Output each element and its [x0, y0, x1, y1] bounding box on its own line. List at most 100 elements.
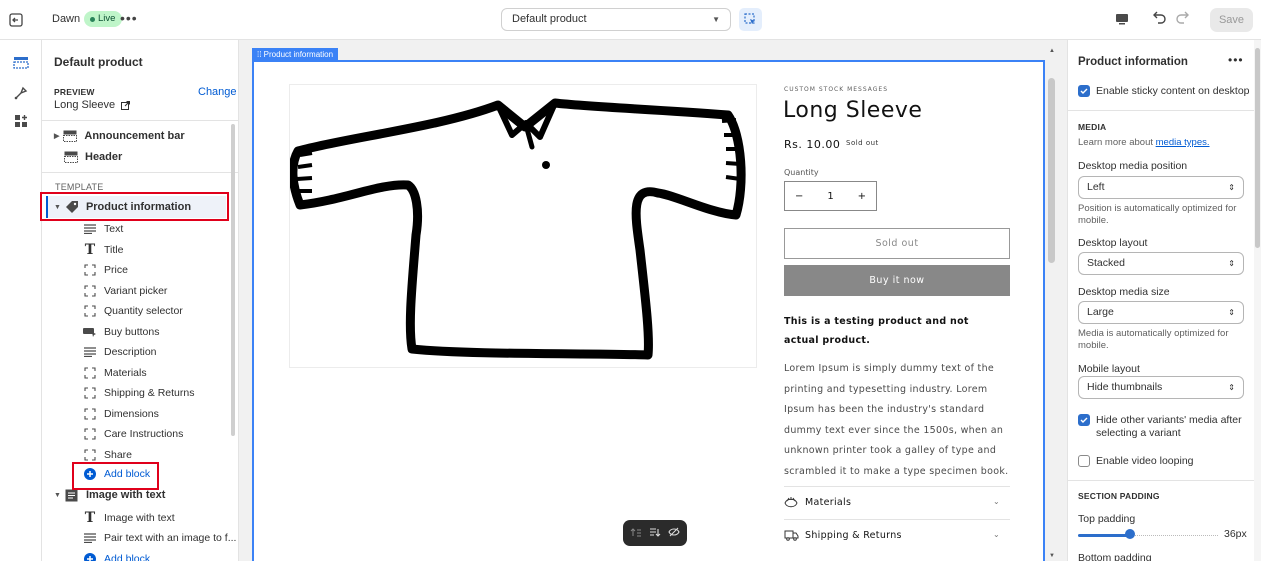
sticky-label: Enable sticky content on desktop [1096, 85, 1250, 97]
template-select[interactable]: Default product ▼ [501, 8, 731, 31]
video-looping-checkbox[interactable] [1078, 455, 1090, 467]
theme-settings-icon[interactable] [8, 80, 34, 106]
block-label: Dimensions [104, 407, 159, 420]
quantity-label: Quantity [784, 168, 819, 177]
quantity-plus-button[interactable]: + [858, 191, 866, 202]
settings-more-button[interactable]: ••• [1228, 53, 1244, 67]
desktop-device-icon[interactable] [1114, 11, 1132, 29]
theme-more-button[interactable]: ••• [120, 10, 138, 26]
block-shipping-returns[interactable]: Shipping & Returns [82, 383, 238, 403]
redo-icon[interactable] [1174, 9, 1194, 29]
section-icon [63, 149, 79, 165]
scroll-down-icon[interactable]: ▼ [1049, 553, 1055, 559]
desktop-layout-select[interactable]: Stacked ⇕ [1078, 252, 1244, 275]
chevron-right-icon: ▶ [54, 133, 60, 140]
block-text[interactable]: Text [82, 219, 238, 239]
undo-icon[interactable] [1150, 9, 1170, 29]
block-variant-picker[interactable]: Variant picker [82, 281, 238, 301]
bottom-padding-label: Bottom padding [1078, 552, 1152, 561]
block-label: Title [104, 243, 124, 256]
preview-product[interactable]: Long Sleeve [54, 99, 131, 111]
product-strong-text: This is a testing product and not actual… [784, 316, 969, 346]
chevron-down-icon: ⌄ [992, 530, 1000, 539]
chevron-down-icon: ▼ [54, 491, 61, 499]
block-materials[interactable]: Materials [82, 363, 238, 383]
live-badge: Live [84, 11, 123, 27]
media-heading: MEDIA [1078, 122, 1107, 132]
save-button[interactable]: Save [1210, 8, 1253, 32]
sticky-checkbox[interactable] [1078, 85, 1090, 97]
add-block-button-2[interactable]: Add block [82, 549, 238, 561]
block-label: Variant picker [104, 284, 168, 297]
text-lines-icon [82, 221, 98, 237]
block-label: Price [104, 264, 128, 276]
hide-variants-label: Hide other variants' media after selecti… [1096, 414, 1242, 439]
top-padding-handle[interactable] [1125, 529, 1135, 539]
desktop-media-size-select[interactable]: Large ⇕ [1078, 301, 1244, 324]
exit-icon[interactable] [6, 10, 26, 30]
block-icon [82, 426, 98, 442]
inspector-icon[interactable] [739, 8, 762, 31]
product-section-frame[interactable]: CUSTOM STOCK MESSAGES Long Sleeve Rs. 10… [252, 60, 1045, 561]
desktop-media-position-select[interactable]: Left ⇕ [1078, 176, 1244, 199]
mobile-layout-select[interactable]: Hide thumbnails ⇕ [1078, 376, 1244, 399]
block-label: Quantity selector [104, 305, 183, 317]
block-title[interactable]: T Title [82, 240, 238, 260]
desktop-media-size-label: Desktop media size [1078, 286, 1170, 298]
block-care-instructions[interactable]: Care Instructions [82, 424, 238, 444]
block-icon [82, 303, 98, 319]
section-announcement-bar[interactable]: ▶ Announcement bar [54, 126, 238, 146]
accordion-materials[interactable]: Materials ⌄ [784, 486, 1010, 518]
section-header[interactable]: Header [63, 147, 238, 167]
top-padding-value: 36px [1224, 528, 1247, 540]
block-label: Share [104, 448, 133, 461]
move-down-icon[interactable] [649, 526, 661, 541]
block-label: Text [104, 223, 124, 235]
quantity-minus-button[interactable]: − [795, 191, 803, 202]
block-label: Materials [104, 366, 147, 379]
preview-label: PREVIEW [54, 87, 95, 97]
change-preview-link[interactable]: Change [198, 86, 237, 98]
hide-variants-checkbox[interactable] [1078, 414, 1090, 426]
move-up-icon[interactable] [630, 526, 642, 541]
sidebar-scrollbar[interactable] [231, 124, 235, 436]
hide-icon[interactable] [668, 526, 680, 541]
scroll-up-icon[interactable]: ▲ [1049, 48, 1055, 54]
product-title: Long Sleeve [783, 98, 923, 123]
top-padding-fill [1078, 534, 1128, 537]
block-description[interactable]: Description [82, 342, 238, 362]
product-image[interactable] [288, 84, 757, 368]
highlight-product-information [40, 192, 229, 221]
block-dimensions[interactable]: Dimensions [82, 404, 238, 424]
position-help: Position is automatically optimized for … [1078, 203, 1237, 226]
block-buy-buttons[interactable]: Buy buttons [82, 322, 238, 342]
video-looping-label: Enable video looping [1096, 455, 1194, 467]
block-quantity-selector[interactable]: Quantity selector [82, 301, 238, 321]
title-icon: T [84, 510, 96, 526]
settings-scrollbar[interactable] [1254, 40, 1261, 561]
quantity-stepper[interactable]: − 1 + [784, 181, 877, 211]
preview-scrollbar[interactable]: ▲ ▼ [1047, 48, 1057, 561]
accordion-shipping[interactable]: Shipping & Returns ⌄ [784, 519, 1010, 551]
truck-icon [784, 530, 800, 541]
buy-now-button[interactable]: Buy it now [784, 265, 1010, 296]
sections-icon[interactable] [8, 50, 34, 76]
left-rail [0, 40, 42, 561]
buy-buttons-icon [82, 324, 98, 340]
block-pair-text[interactable]: Pair text with an image to f... [82, 528, 238, 548]
block-price[interactable]: Price [82, 260, 238, 280]
quantity-value[interactable]: 1 [827, 191, 833, 202]
block-icon [82, 447, 98, 463]
top-padding-label: Top padding [1078, 513, 1136, 525]
section-padding-heading: SECTION PADDING [1078, 491, 1160, 501]
mobile-layout-label: Mobile layout [1078, 363, 1140, 375]
block-image-with-text[interactable]: T Image with text [82, 508, 238, 528]
chevron-down-icon: ▼ [712, 15, 720, 24]
desktop-media-position-label: Desktop media position [1078, 160, 1188, 172]
leaf-icon [784, 496, 800, 509]
block-icon [82, 385, 98, 401]
page-title: Default product [54, 55, 143, 69]
media-types-link[interactable]: media types. [1156, 137, 1210, 148]
sold-out-button[interactable]: Sold out [784, 228, 1010, 259]
app-embeds-icon[interactable] [8, 108, 34, 134]
